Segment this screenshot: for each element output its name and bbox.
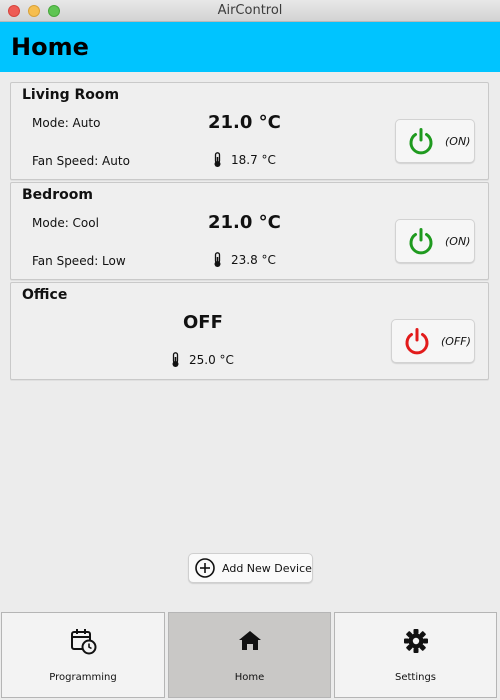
device-card-office: Office OFF 25.0 °C (OFF) bbox=[10, 282, 489, 380]
power-icon bbox=[405, 328, 429, 355]
tab-programming-label: Programming bbox=[49, 672, 117, 683]
power-toggle-button[interactable]: (OFF) bbox=[391, 319, 475, 363]
tab-settings-label: Settings bbox=[394, 672, 436, 683]
current-temperature-value: 25.0 °C bbox=[189, 353, 234, 367]
tab-home[interactable]: Home bbox=[168, 612, 331, 698]
home-icon bbox=[238, 631, 261, 650]
device-card-living-room: Living Room Mode: Auto Fan Speed: Auto 2… bbox=[10, 82, 489, 180]
tab-settings[interactable]: Settings bbox=[334, 612, 497, 698]
page-header: Home bbox=[0, 22, 500, 72]
mode-label: Mode: Auto bbox=[32, 116, 101, 130]
power-state-label: (ON) bbox=[445, 134, 471, 148]
target-temperature: 21.0 °C bbox=[208, 112, 281, 133]
device-card-bedroom: Bedroom Mode: Cool Fan Speed: Low 21.0 °… bbox=[10, 182, 489, 280]
fan-speed-label: Fan Speed: Low bbox=[32, 254, 126, 268]
mode-label: Mode: Cool bbox=[32, 216, 99, 230]
current-temperature: 25.0 °C bbox=[171, 352, 234, 368]
device-off-status: OFF bbox=[183, 312, 223, 333]
calendar-clock-icon bbox=[71, 629, 97, 655]
add-new-device-button[interactable]: Add New Device bbox=[188, 553, 313, 583]
thermometer-icon bbox=[214, 152, 221, 167]
power-icon bbox=[409, 128, 433, 155]
thermometer-icon bbox=[214, 252, 221, 267]
window-title: AirControl bbox=[217, 3, 283, 18]
current-temperature-value: 23.8 °C bbox=[231, 253, 276, 267]
tab-programming[interactable]: Programming bbox=[1, 612, 165, 698]
device-name: Living Room bbox=[22, 87, 120, 103]
thermometer-icon bbox=[172, 352, 179, 367]
device-name: Bedroom bbox=[22, 187, 93, 203]
current-temperature-value: 18.7 °C bbox=[231, 153, 276, 167]
target-temperature: 21.0 °C bbox=[208, 212, 281, 233]
power-state-label: (OFF) bbox=[441, 334, 471, 348]
power-toggle-button[interactable]: (ON) bbox=[395, 119, 475, 163]
title-bar: AirControl bbox=[0, 0, 500, 22]
current-temperature: 18.7 °C bbox=[213, 152, 276, 168]
current-temperature: 23.8 °C bbox=[213, 252, 276, 268]
add-new-device-label: Add New Device bbox=[222, 561, 312, 575]
device-name: Office bbox=[22, 287, 68, 303]
bottom-tab-bar: Programming Home Settings bbox=[0, 612, 500, 700]
power-state-label: (ON) bbox=[445, 234, 471, 248]
plus-circle-icon bbox=[195, 558, 215, 578]
tab-home-label: Home bbox=[234, 672, 265, 683]
power-icon bbox=[409, 228, 433, 255]
gear-icon bbox=[403, 629, 428, 653]
power-toggle-button[interactable]: (ON) bbox=[395, 219, 475, 263]
page-title: Home bbox=[11, 33, 89, 61]
fan-speed-label: Fan Speed: Auto bbox=[32, 154, 130, 168]
